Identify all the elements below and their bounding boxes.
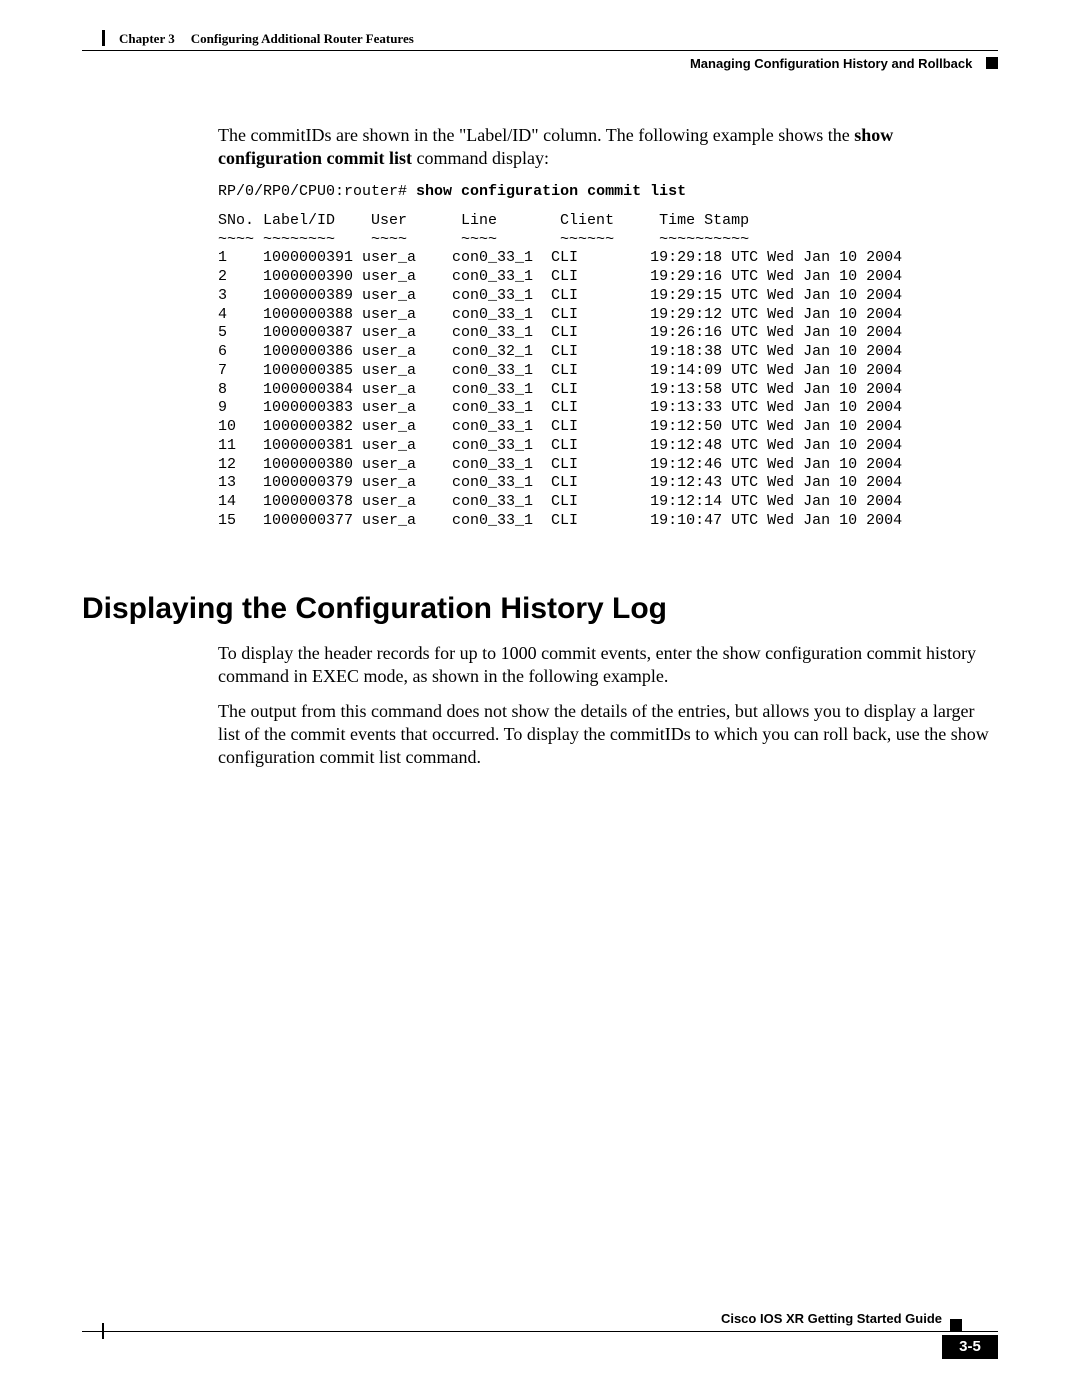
footer-rule xyxy=(82,1331,998,1332)
section-heading: Displaying the Configuration History Log xyxy=(82,592,998,626)
header-rule xyxy=(82,50,998,51)
chapter-label: Chapter 3 xyxy=(119,31,175,46)
header-square-icon xyxy=(986,57,998,69)
cli-output-block: SNo. Label/ID User Line Client Time Stam… xyxy=(218,212,998,531)
chapter-title: Configuring Additional Router Features xyxy=(191,31,414,46)
page-number: 3-5 xyxy=(942,1335,998,1359)
section2-p1-pre: To display the header records for up to … xyxy=(218,643,723,663)
footer-square-icon xyxy=(950,1319,962,1331)
body-content: The commitIDs are shown in the "Label/ID… xyxy=(218,124,998,531)
book-title: Cisco IOS XR Getting Started Guide xyxy=(721,1311,942,1326)
section-body: To display the header records for up to … xyxy=(218,642,998,781)
section2-p2-post: command. xyxy=(401,747,481,767)
running-footer: Cisco IOS XR Getting Started Guide 3-5 xyxy=(82,1331,998,1371)
cli-command: show configuration commit list xyxy=(416,183,686,200)
cli-prompt-line: RP/0/RP0/CPU0:router# show configuration… xyxy=(218,183,998,202)
section2-p2-pre: The output from this command does not sh… xyxy=(218,701,975,744)
page: Chapter 3 Configuring Additional Router … xyxy=(0,0,1080,1397)
section2-p1-post: command in EXEC mode, as shown in the fo… xyxy=(218,666,668,686)
cli-prompt: RP/0/RP0/CPU0:router# xyxy=(218,183,416,200)
section-title: Managing Configuration History and Rollb… xyxy=(690,56,972,71)
header-tick-icon xyxy=(102,30,105,46)
intro-text-pre: The commitIDs are shown in the "Label/ID… xyxy=(218,125,854,145)
intro-text-post: command display: xyxy=(416,148,548,168)
section2-para2: The output from this command does not sh… xyxy=(218,700,998,769)
intro-paragraph: The commitIDs are shown in the "Label/ID… xyxy=(218,124,998,169)
section2-p1-bold: show configuration commit history xyxy=(723,643,976,663)
section2-para1: To display the header records for up to … xyxy=(218,642,998,688)
